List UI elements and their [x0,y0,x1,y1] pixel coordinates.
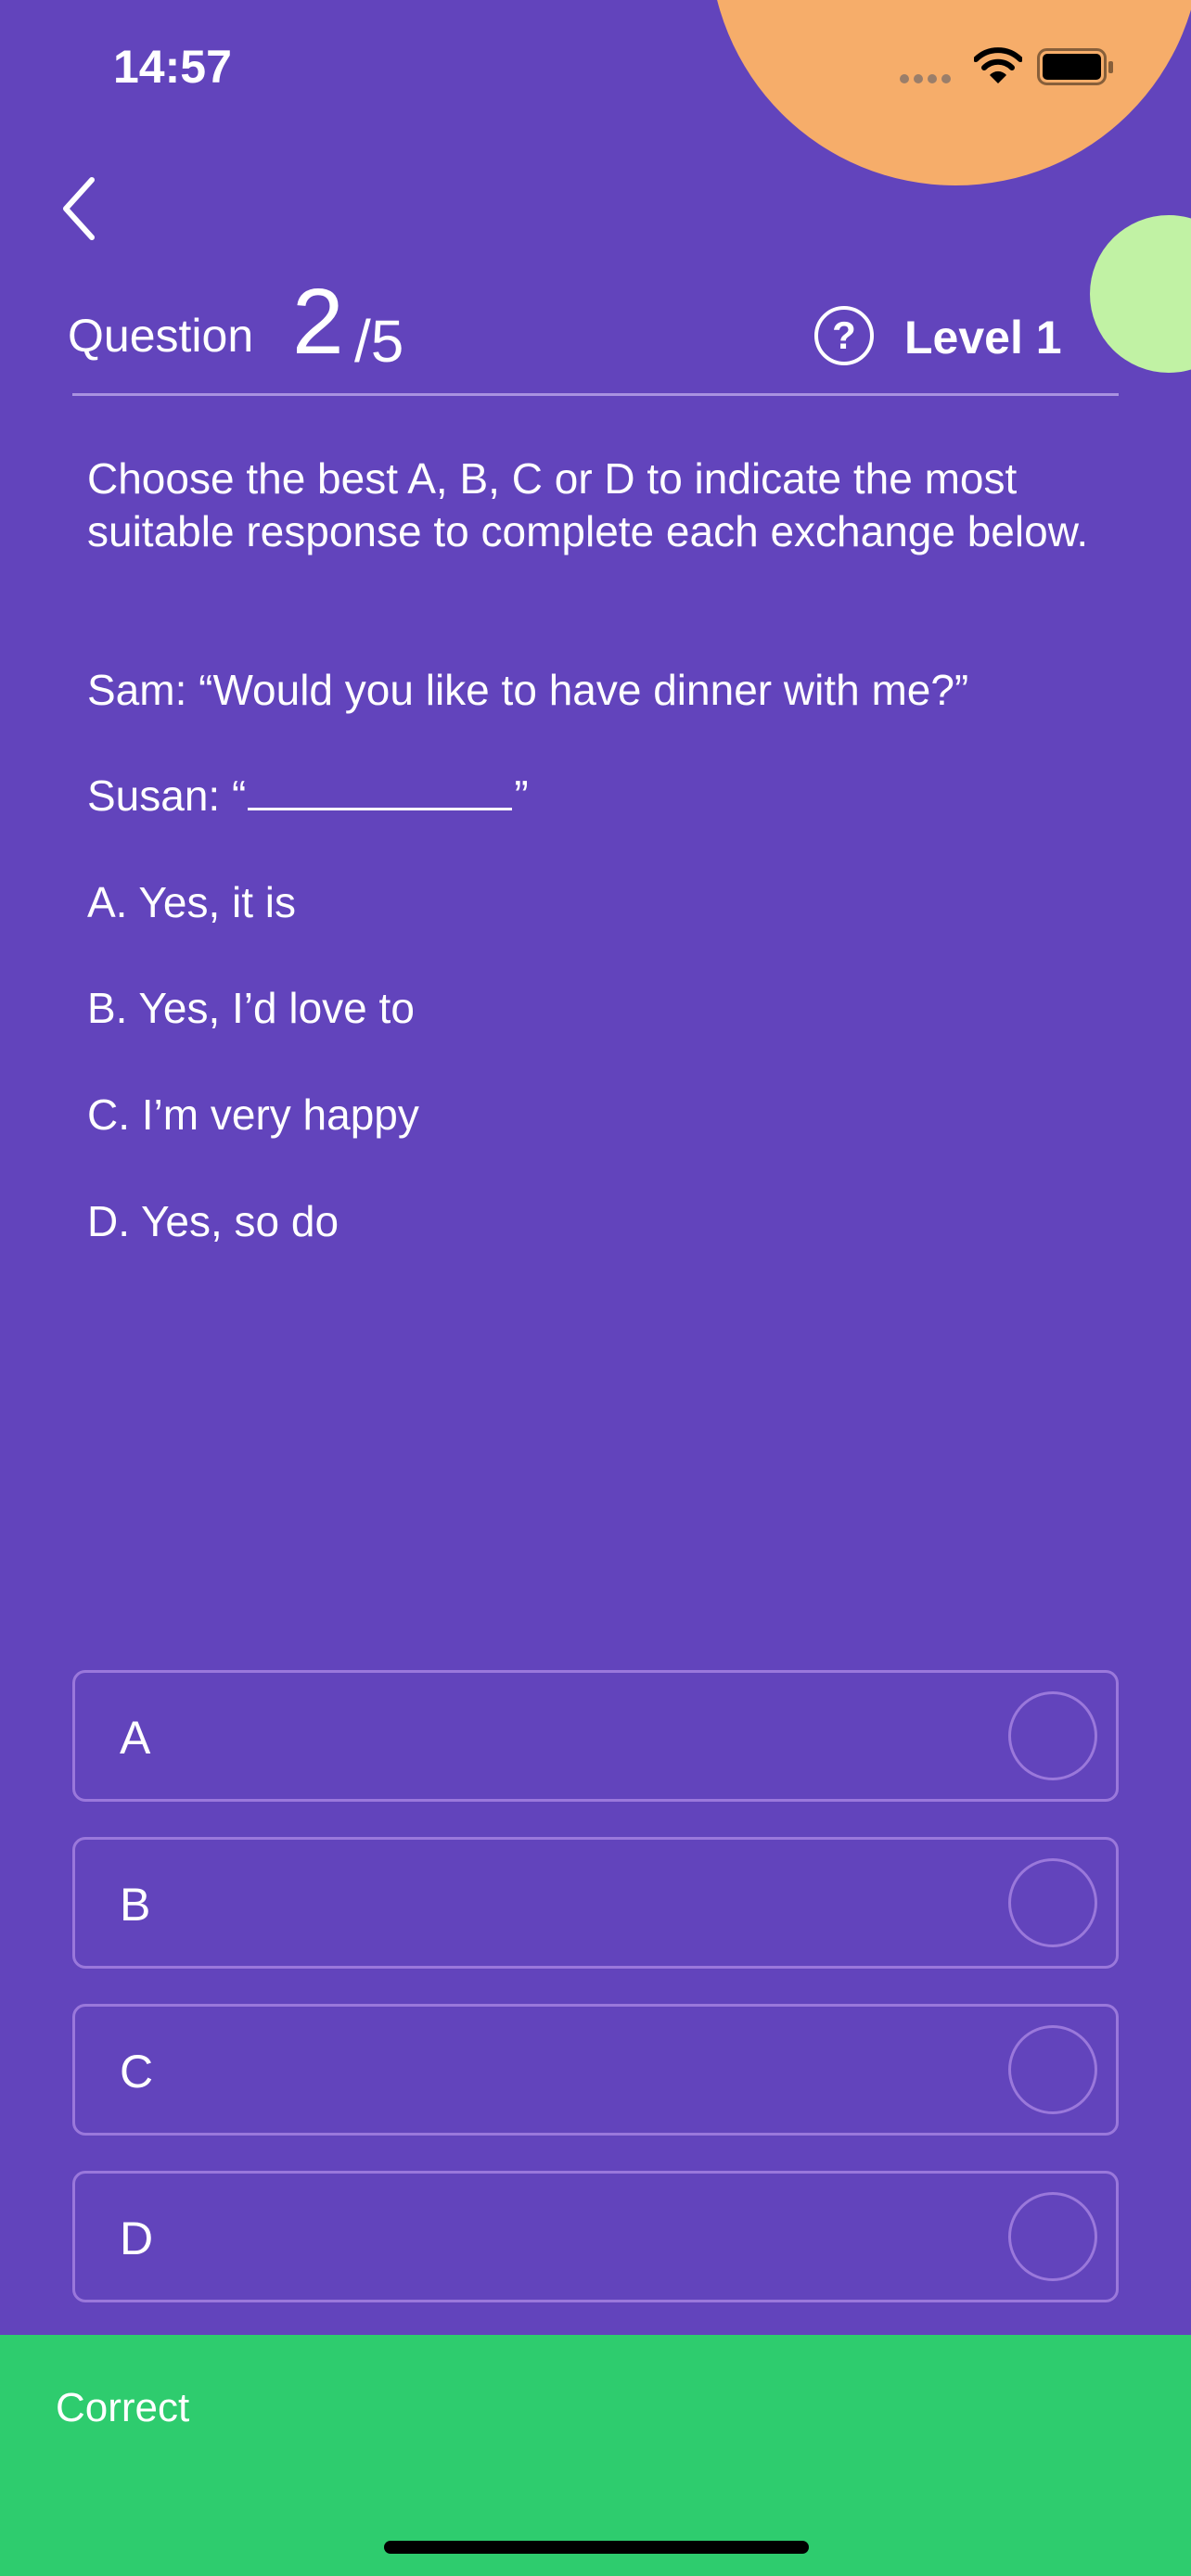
level-label: Level 1 [904,312,1062,363]
option-text-d: D. Yes, so do [87,1197,339,1245]
answer-button-b[interactable]: B [72,1837,1119,1969]
susan-suffix: ” [514,772,529,820]
radio-circle-icon[interactable] [1008,2192,1097,2281]
chevron-left-icon [63,177,95,240]
option-text-c: C. I’m very happy [87,1090,419,1139]
question-label: Question [68,310,254,362]
header-divider [72,393,1119,396]
answer-button-a[interactable]: A [72,1670,1119,1802]
option-text-a: A. Yes, it is [87,878,297,926]
signal-icon [900,74,951,83]
answer-label: B [120,1879,151,1931]
option-text-b: B. Yes, I’d love to [87,984,415,1032]
quiz-screen: 14:57 Question 2 /5 ? Level 1 Choose the… [0,0,1191,2576]
radio-circle-icon[interactable] [1008,1858,1097,1947]
status-time: 14:57 [113,41,232,93]
dialogue-line-sam: Sam: “Would you like to have dinner with… [87,666,969,714]
battery-icon [1037,48,1113,85]
question-total: /5 [354,308,404,375]
result-footer: Correct [0,2335,1191,2576]
back-button[interactable] [51,172,107,246]
decorative-orange-circle [710,0,1191,185]
answer-label: D [120,2213,154,2264]
result-label: Correct [56,2385,190,2430]
answer-label: A [120,1712,151,1764]
answer-button-d[interactable]: D [72,2171,1119,2302]
home-indicator[interactable] [384,2541,809,2554]
question-number: 2 [292,270,344,374]
question-instruction: Choose the best A, B, C or D to indicate… [87,454,1089,555]
answer-blank [248,771,513,810]
answer-label: C [120,2046,154,2098]
susan-prefix: Susan: “ [87,772,247,820]
radio-circle-icon[interactable] [1008,1691,1097,1780]
radio-circle-icon[interactable] [1008,2025,1097,2114]
dialogue-line-susan: Susan: “ ” [87,770,529,823]
question-circle-icon[interactable]: ? [814,306,874,365]
wifi-icon [974,47,1022,83]
decorative-green-circle [1090,215,1191,373]
answer-button-c[interactable]: C [72,2004,1119,2136]
